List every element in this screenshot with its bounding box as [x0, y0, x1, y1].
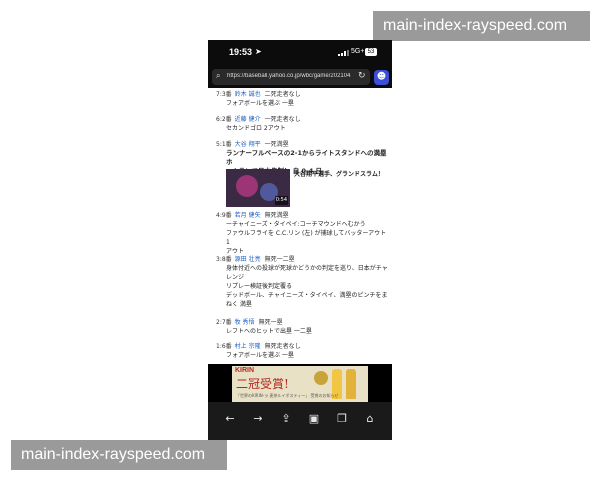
reload-icon[interactable]: ↻: [358, 71, 366, 81]
base-situation: 一死走者なし: [264, 116, 301, 123]
play-description: フォアボールを選ぶ 一塁: [226, 352, 294, 359]
base-situation: 一死満塁: [264, 141, 289, 148]
play-description: ーチャイニーズ・タイペイ:コーチマウンドへむかう: [226, 221, 366, 228]
play-number: 7:3番: [216, 91, 232, 98]
bottle-image: [346, 369, 356, 399]
play-item: 3:8番 源田 壮亮 無死一二塁 身体付近への投球が死球かどうかの判定を巡り、日本が…: [216, 255, 388, 309]
play-number: 5:1番: [216, 141, 232, 148]
video-thumbnail[interactable]: 0:54: [226, 169, 290, 207]
forward-arrow-icon[interactable]: →: [250, 412, 266, 425]
base-situation: 無死一二塁: [264, 256, 295, 263]
assistant-icon[interactable]: ☻: [374, 70, 389, 85]
browser-toolbar: ← → ⇪ ▣ ❐ ⌂: [208, 402, 392, 440]
play-description: デッドボール、チャイニーズ・タイペイ、満塁のピンチをま: [226, 292, 388, 299]
battery-icon: 53: [365, 48, 377, 56]
watermark-bottom: main-index-rayspeed.com: [11, 440, 227, 470]
ad-brand: KIRIN: [235, 367, 255, 374]
play-number: 4:9番: [216, 212, 232, 219]
play-number: 6:2番: [216, 116, 232, 123]
address-bar: ⌕ https://baseball.yahoo.co.jp/wbc/game/…: [208, 66, 392, 88]
play-item: 5:1番 大谷 翔平 一死満塁 ランナーフルベースの2-1からライトスタンドへの満塁…: [216, 140, 388, 210]
play-number: 3:8番: [216, 256, 232, 263]
video-caption[interactable]: 大谷翔平選手、グランドスラム！: [294, 170, 384, 179]
play-number: 1:6番: [216, 343, 232, 350]
play-item: 2:7番牧 秀悟 無死一塁 レフトへのヒットで出塁 一二塁: [216, 318, 388, 336]
watermark-top: main-index-rayspeed.com: [373, 11, 590, 41]
bookmarks-icon[interactable]: ▣: [306, 412, 322, 425]
play-number: 2:7番: [216, 319, 232, 326]
base-situation: 二死走者なし: [264, 91, 301, 98]
player-link[interactable]: 大谷 翔平: [235, 141, 261, 148]
play-description: フォアボールを選ぶ 一塁: [226, 100, 294, 107]
signal-icon: [338, 50, 349, 56]
ad-creative[interactable]: KIRIN 二冠受賞! 「世界のKIRIN-ラ 麦茶ルイボスティー」 受賞のお知…: [232, 366, 368, 402]
award-medal-icon: [314, 371, 328, 385]
play-item: 1:6番 村上 宗隆 無死走者なし フォアボールを選ぶ 一塁: [216, 342, 388, 360]
ad-caption: 「世界のKIRIN-ラ 麦茶ルイボスティー」 受賞のお知らせ: [236, 393, 339, 398]
base-situation: 無死一塁: [258, 319, 283, 326]
location-arrow-icon: ➤: [255, 47, 262, 56]
share-icon[interactable]: ⇪: [278, 412, 294, 425]
play-description: ねく 満塁: [226, 301, 252, 308]
play-item: 6:2番 近藤 健介 一死走者なし セカンドゴロ 2アウト: [216, 115, 388, 133]
home-icon[interactable]: ⌂: [362, 412, 378, 425]
player-link[interactable]: 若月 健矢: [235, 212, 261, 219]
video-duration: 0:54: [274, 196, 288, 205]
player-link[interactable]: 鈴木 誠也: [235, 91, 261, 98]
player-link[interactable]: 源田 壮亮: [235, 256, 261, 263]
phone-screen: 19:53 ➤ 5G+ 53 ⌕ https://baseball.yahoo.…: [208, 40, 392, 440]
tabs-icon[interactable]: ❐: [334, 412, 350, 425]
play-description: 身体付近への投球が死球かどうかの判定を巡り、日本がチャ: [226, 265, 388, 272]
ad-banner[interactable]: KIRIN 二冠受賞! 「世界のKIRIN-ラ 麦茶ルイボスティー」 受賞のお知…: [208, 364, 392, 404]
play-item: 4:9番 若月 健矢 無死満塁 ーチャイニーズ・タイペイ:コーチマウンドへむかう フ…: [216, 211, 388, 256]
status-bar: 19:53 ➤ 5G+ 53: [208, 40, 392, 66]
back-arrow-icon[interactable]: ←: [222, 412, 238, 425]
play-description: リプレー検証後判定覆る: [226, 283, 293, 290]
status-time: 19:53: [229, 47, 253, 57]
ad-headline: 二冠受賞!: [236, 377, 289, 391]
player-link[interactable]: 牧 秀悟: [235, 319, 255, 326]
play-headline: ランナーフルベースの2-1からライトスタンドへの満塁ホ: [226, 149, 387, 166]
play-description: セカンドゴロ 2アウト: [226, 125, 286, 132]
player-link[interactable]: 近藤 健介: [235, 116, 261, 123]
play-item: 7:3番 鈴木 誠也 二死走者なし フォアボールを選ぶ 一塁: [216, 90, 388, 108]
play-description: レンジ: [226, 274, 245, 281]
play-by-play-list: 7:3番 鈴木 誠也 二死走者なし フォアボールを選ぶ 一塁 6:2番 近藤 健介 一死…: [208, 88, 392, 404]
network-type: 5G+: [351, 48, 365, 55]
base-situation: 無死満塁: [264, 212, 289, 219]
player-link[interactable]: 村上 宗隆: [235, 343, 261, 350]
url-field[interactable]: ⌕ https://baseball.yahoo.co.jp/wbc/game/…: [212, 69, 370, 85]
base-situation: 無死走者なし: [264, 343, 301, 350]
play-description: レフトへのヒットで出塁 一二塁: [226, 328, 312, 335]
play-description: ファウルフライを C.C.リン (左) が捕球してバッターアウト 1: [226, 230, 387, 246]
search-icon: ⌕: [216, 71, 221, 80]
url-text: https://baseball.yahoo.co.jp/wbc/game/20…: [227, 73, 351, 79]
